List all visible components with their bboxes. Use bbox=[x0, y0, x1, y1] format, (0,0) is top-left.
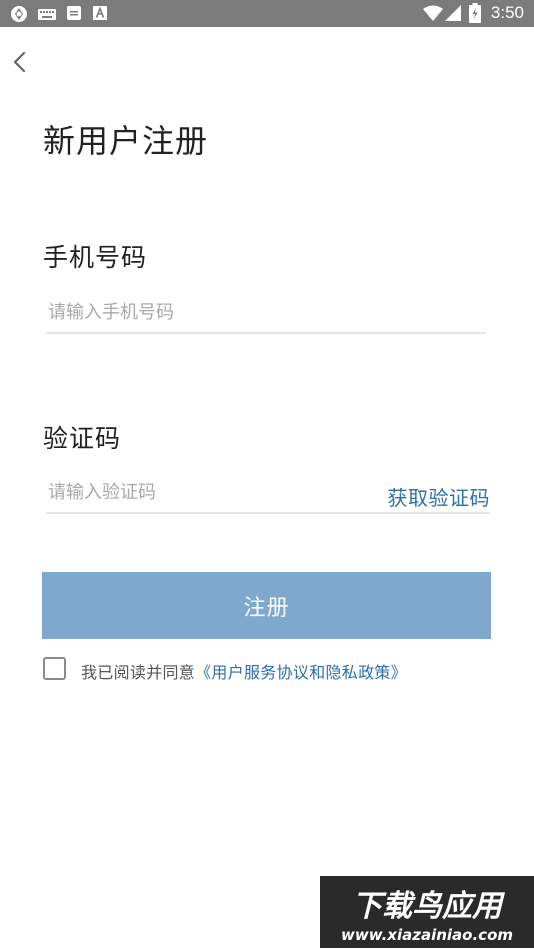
phone-label: 手机号码 bbox=[43, 243, 148, 272]
watermark-brand: 下载鸟应用 bbox=[352, 889, 506, 924]
wifi-icon bbox=[423, 5, 443, 21]
chevron-left-icon bbox=[13, 51, 26, 73]
agreement-link[interactable]: 《用户服务协议和隐私政策》 bbox=[195, 663, 407, 682]
back-button[interactable] bbox=[8, 48, 34, 76]
watermark-url: www.xiazainiao.com bbox=[341, 926, 513, 944]
signal-icon bbox=[445, 5, 461, 21]
register-button[interactable]: 注册 bbox=[42, 572, 491, 639]
message-icon bbox=[67, 6, 81, 20]
watermark-graphic: 下载鸟应用 www.xiazainiao.com bbox=[320, 876, 534, 948]
status-bar: 3:50 bbox=[0, 0, 534, 27]
agreement-prefix: 我已阅读并同意 bbox=[81, 663, 196, 682]
font-a-icon bbox=[93, 6, 107, 20]
agree-checkbox[interactable] bbox=[43, 657, 66, 680]
agreement-text: 我已阅读并同意《用户服务协议和隐私政策》 bbox=[81, 659, 407, 683]
verification-code-label: 验证码 bbox=[43, 424, 122, 453]
get-code-button[interactable]: 获取验证码 bbox=[388, 482, 491, 511]
watermark-logo: 下载鸟应用 www.xiazainiao.com bbox=[320, 876, 534, 948]
sync-icon bbox=[11, 6, 27, 22]
battery-icon bbox=[469, 3, 481, 23]
status-time: 3:50 bbox=[490, 3, 524, 22]
keyboard-icon bbox=[38, 9, 56, 20]
phone-input[interactable] bbox=[46, 292, 486, 334]
page-title: 新用户注册 bbox=[43, 122, 209, 160]
